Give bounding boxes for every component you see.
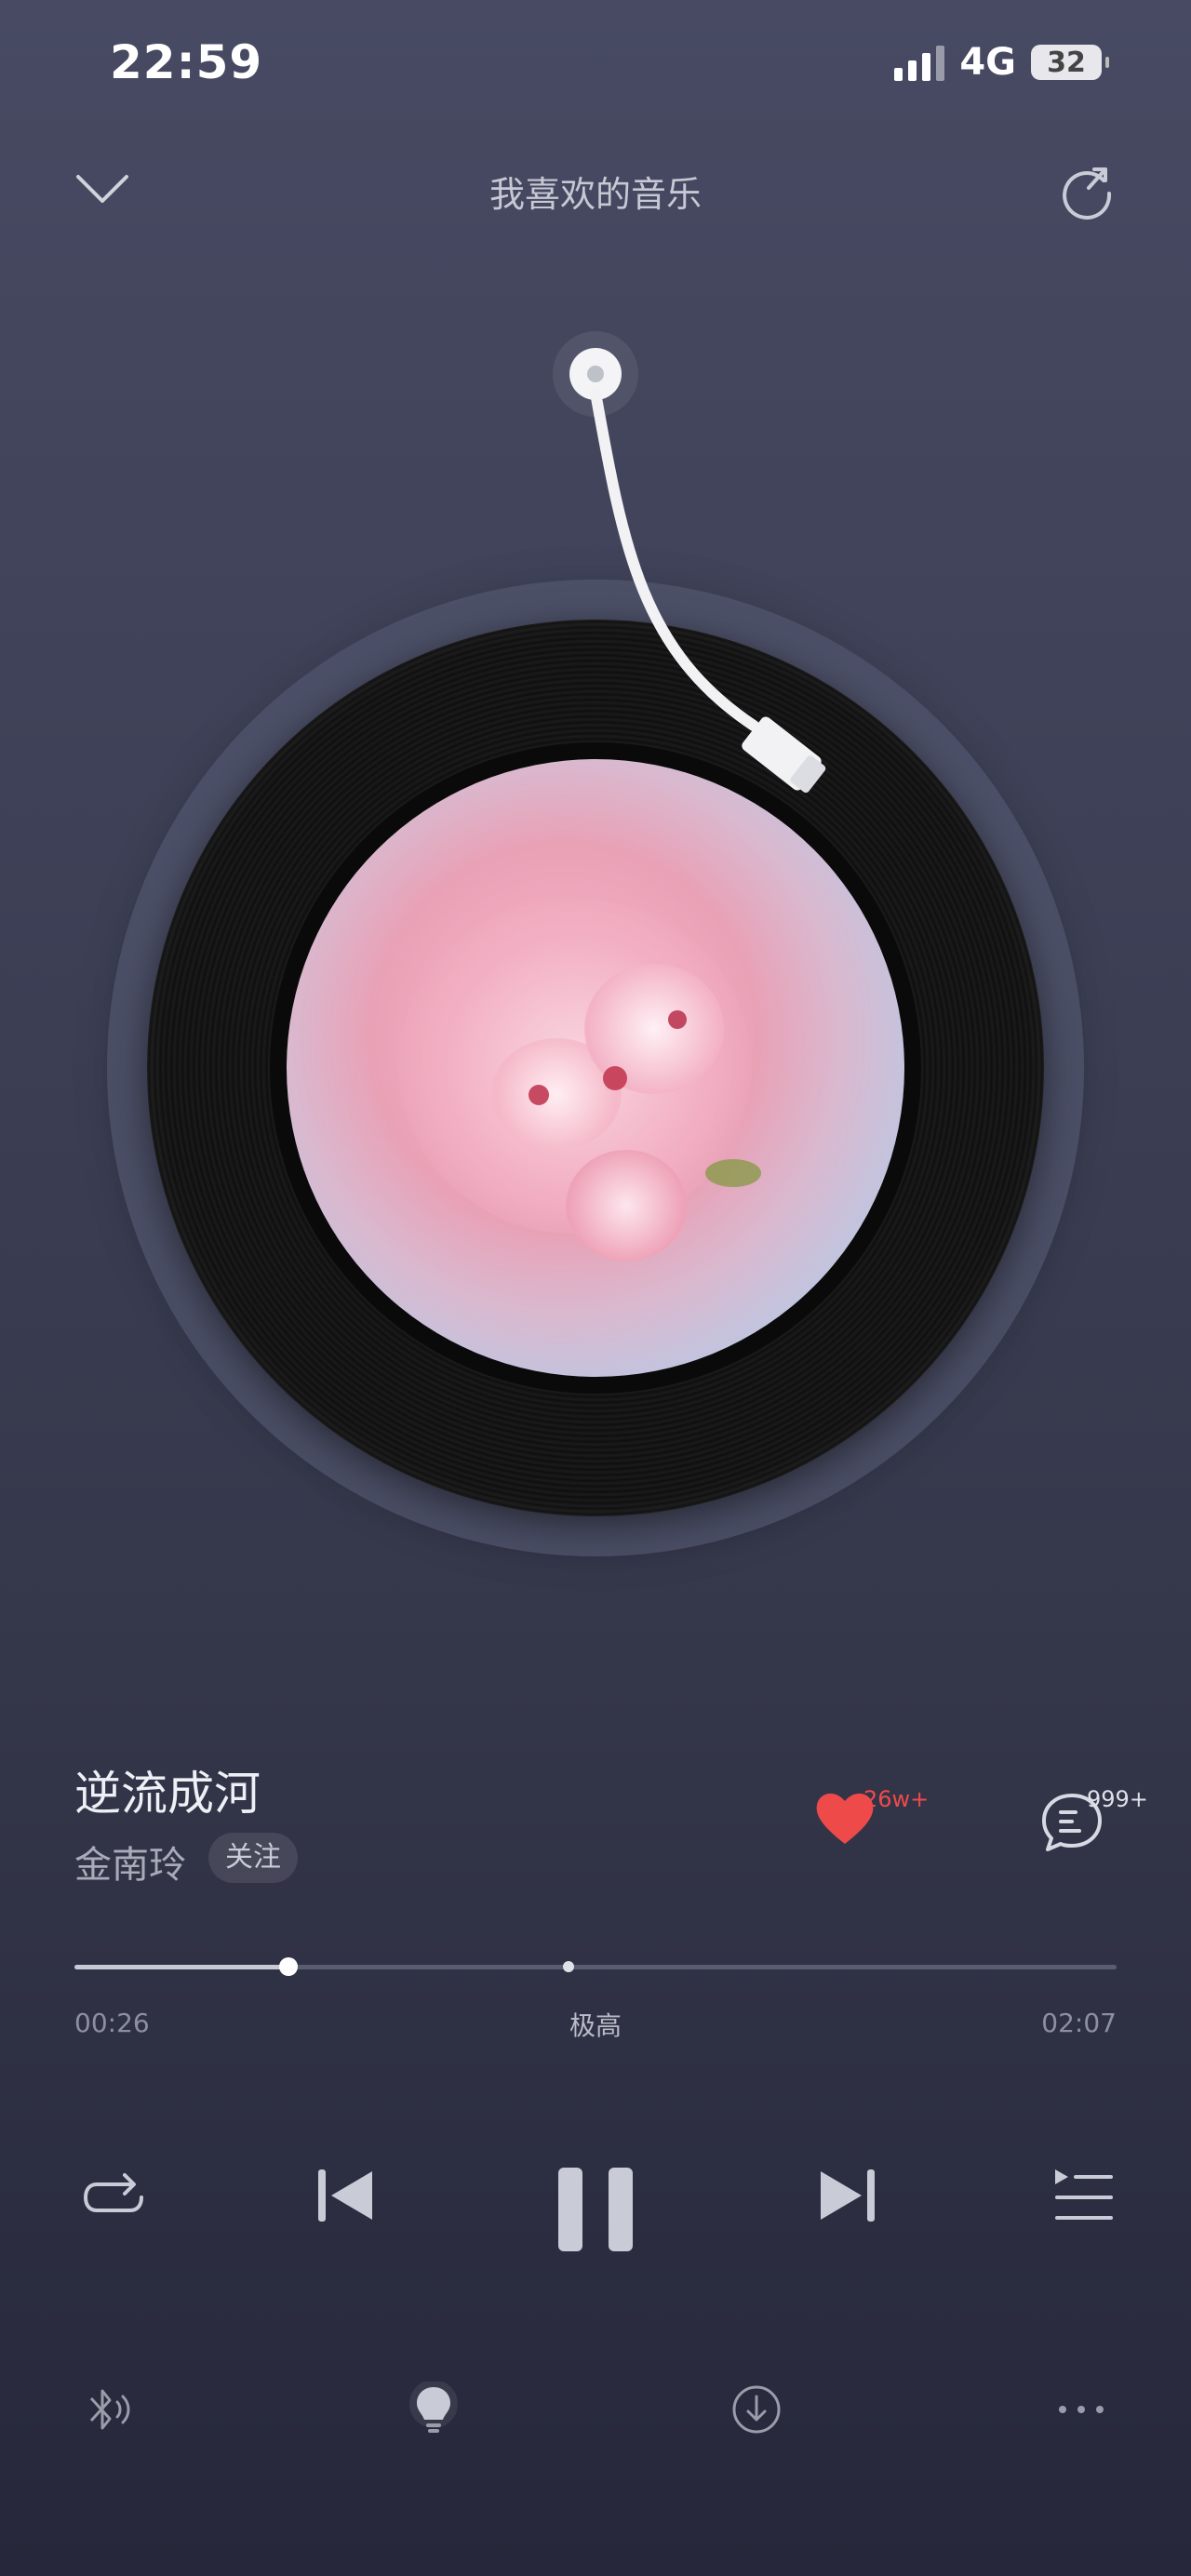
status-time: 22:59 xyxy=(110,35,263,89)
previous-button[interactable] xyxy=(313,2162,380,2233)
total-time: 02:07 xyxy=(1041,2008,1117,2038)
battery-level: 32 xyxy=(1047,46,1086,79)
playlist-icon xyxy=(1055,2169,1113,2220)
progress-fill xyxy=(74,1965,288,1969)
bluetooth-sound-icon xyxy=(89,2389,130,2430)
more-icon xyxy=(1059,2406,1104,2413)
share-icon xyxy=(1063,167,1112,220)
buffer-marker xyxy=(563,1961,574,1972)
next-icon xyxy=(821,2169,875,2222)
page-title: 我喜欢的音乐 xyxy=(488,174,702,215)
follow-button[interactable]: 关注 xyxy=(208,1833,298,1883)
like-count: 26w+ xyxy=(863,1786,930,1812)
play-mode-button[interactable] xyxy=(80,2162,147,2233)
battery-icon: 32 xyxy=(1031,45,1109,80)
download-icon xyxy=(732,2385,781,2434)
previous-icon xyxy=(318,2169,372,2222)
lightbulb-button[interactable] xyxy=(406,2380,462,2441)
pause-icon xyxy=(558,2168,633,2251)
play-pause-button[interactable] xyxy=(556,2166,635,2257)
lightbulb-icon xyxy=(409,2380,458,2433)
playlist-button[interactable] xyxy=(1050,2162,1117,2233)
download-button[interactable] xyxy=(729,2382,784,2441)
repeat-icon xyxy=(83,2173,143,2212)
signal-icon xyxy=(894,44,945,81)
bluetooth-sound-button[interactable] xyxy=(82,2382,138,2441)
song-title: 逆流成河 xyxy=(74,1767,261,1821)
comment-count: 999+ xyxy=(1087,1786,1148,1812)
album-cover[interactable] xyxy=(287,759,904,1377)
status-indicators: 4G 32 xyxy=(894,41,1109,84)
artist-name[interactable]: 金南玲 xyxy=(74,1835,186,1889)
network-type: 4G xyxy=(959,41,1016,84)
progress-handle[interactable] xyxy=(278,1957,298,1976)
share-button[interactable] xyxy=(1057,160,1117,220)
more-button[interactable] xyxy=(1053,2382,1109,2441)
tonearm xyxy=(553,331,826,794)
next-button[interactable] xyxy=(813,2162,880,2233)
audio-quality-button[interactable]: 极高 xyxy=(0,2006,1191,2043)
